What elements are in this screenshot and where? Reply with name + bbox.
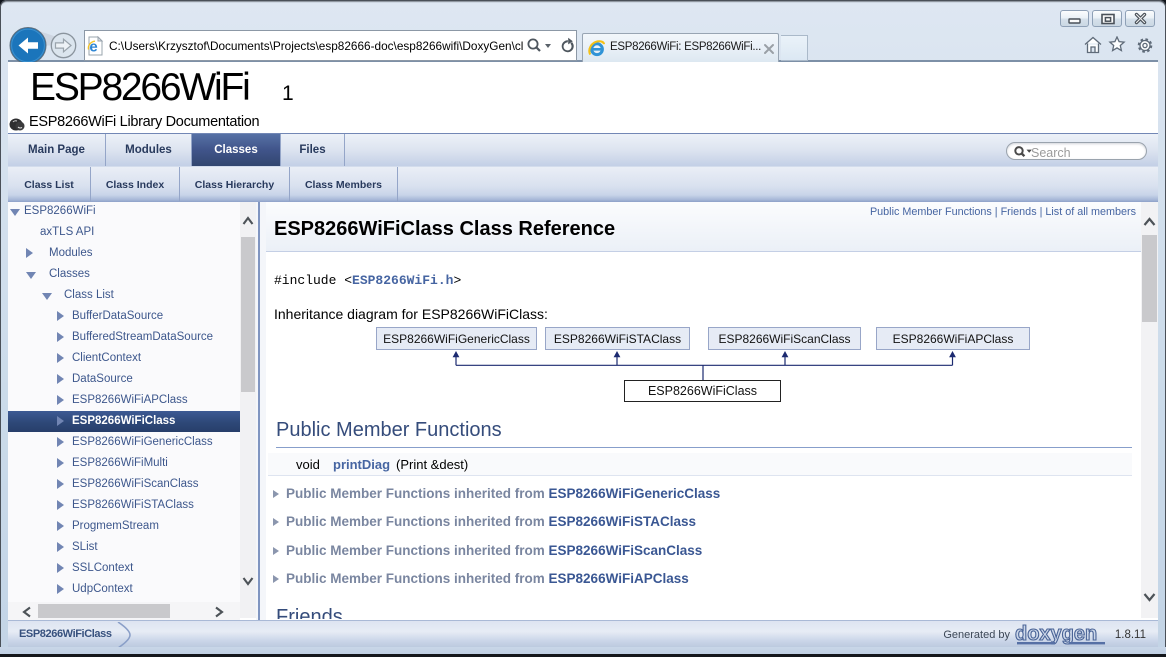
svg-text:doxygen: doxygen	[1015, 623, 1097, 645]
